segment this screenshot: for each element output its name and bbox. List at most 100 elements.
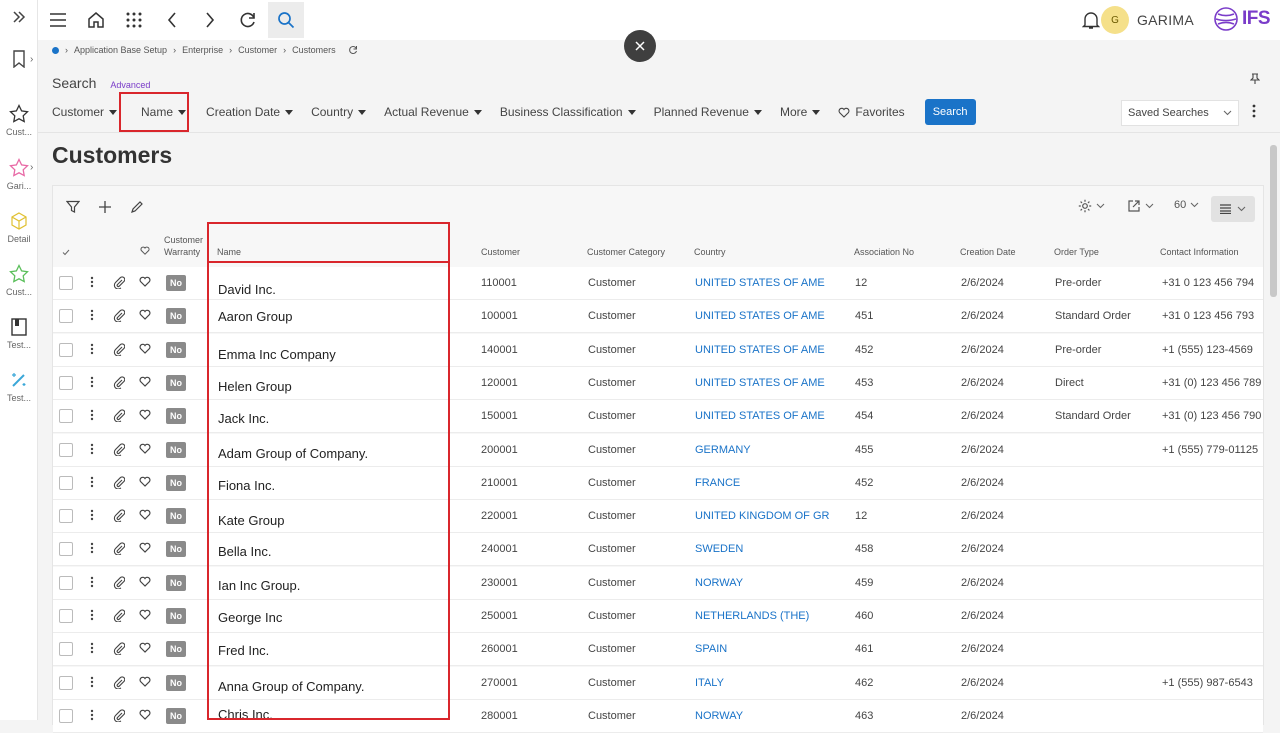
row-menu-button[interactable] — [90, 542, 94, 556]
country-link[interactable]: UNITED STATES OF AME — [695, 377, 825, 389]
pin-button[interactable] — [1249, 72, 1261, 90]
filter-business-classification[interactable]: Business Classification — [500, 105, 636, 119]
user-menu[interactable]: G GARIMA — [1100, 6, 1194, 34]
row-checkbox[interactable] — [59, 442, 73, 457]
row-menu-button[interactable] — [90, 576, 94, 590]
attachment-button[interactable] — [113, 476, 126, 492]
country-link[interactable]: NETHERLANDS (THE) — [695, 610, 809, 622]
favorite-button[interactable] — [139, 609, 151, 623]
column-header-warranty[interactable]: Customer Warranty — [164, 234, 204, 258]
favorite-button[interactable] — [139, 343, 151, 357]
attachment-button[interactable] — [113, 642, 126, 658]
country-link[interactable]: UNITED STATES OF AME — [695, 277, 825, 289]
filter-customer[interactable]: Customer — [52, 105, 118, 119]
rail-item-5[interactable]: Test... — [0, 370, 38, 403]
column-header-country[interactable]: Country — [694, 247, 726, 257]
filter-planned-revenue[interactable]: Planned Revenue — [654, 105, 762, 119]
row-checkbox[interactable] — [59, 609, 73, 623]
row-checkbox[interactable] — [59, 575, 73, 590]
breadcrumb-item[interactable]: Customers — [292, 45, 336, 55]
row-menu-button[interactable] — [90, 409, 94, 423]
forward-button[interactable] — [192, 2, 228, 38]
favorite-button[interactable] — [139, 709, 151, 723]
row-checkbox[interactable] — [59, 642, 73, 657]
attachment-button[interactable] — [113, 376, 126, 392]
favorite-button[interactable] — [139, 376, 151, 390]
home-button[interactable] — [78, 2, 114, 38]
row-checkbox[interactable] — [59, 708, 73, 723]
row-checkbox[interactable] — [59, 375, 73, 390]
country-link[interactable]: NORWAY — [695, 577, 743, 589]
breadcrumb-item[interactable]: Customer — [238, 45, 277, 55]
advanced-search-link[interactable]: Advanced — [110, 80, 150, 90]
expand-rail-button[interactable] — [0, 10, 38, 24]
attachment-button[interactable] — [113, 309, 126, 325]
row-menu-button[interactable] — [90, 476, 94, 490]
favorite-button[interactable] — [139, 443, 151, 457]
column-header-contact[interactable]: Contact Information — [1160, 247, 1239, 257]
country-link[interactable]: UNITED STATES OF AME — [695, 310, 825, 322]
row-checkbox[interactable] — [59, 342, 73, 357]
row-menu-button[interactable] — [90, 443, 94, 457]
row-menu-button[interactable] — [90, 343, 94, 357]
row-menu-button[interactable] — [90, 276, 94, 290]
favorite-button[interactable] — [139, 509, 151, 523]
attachment-button[interactable] — [113, 509, 126, 525]
row-checkbox[interactable] — [59, 309, 73, 324]
favorite-button[interactable] — [139, 309, 151, 323]
country-link[interactable]: UNITED KINGDOM OF GR — [695, 510, 829, 522]
filter-actual-revenue[interactable]: Actual Revenue — [384, 105, 482, 119]
search-button-top[interactable] — [268, 2, 304, 38]
attachment-button[interactable] — [113, 576, 126, 592]
breadcrumb-home-dot[interactable] — [52, 46, 59, 54]
close-search-button[interactable] — [624, 30, 656, 62]
saved-searches-select[interactable]: Saved Searches — [1121, 100, 1239, 126]
back-button[interactable] — [154, 2, 190, 38]
row-checkbox[interactable] — [59, 509, 73, 524]
favorite-button[interactable] — [139, 642, 151, 656]
filter-more[interactable]: More — [780, 105, 821, 119]
country-link[interactable]: GERMANY — [695, 444, 751, 456]
row-checkbox[interactable] — [59, 675, 73, 690]
breadcrumb-item[interactable]: Application Base Setup — [74, 45, 167, 55]
rail-item-4[interactable]: Test... — [0, 317, 38, 350]
attachment-button[interactable] — [113, 609, 126, 625]
attachment-button[interactable] — [113, 709, 126, 725]
row-menu-button[interactable] — [90, 676, 94, 690]
rail-item-3[interactable]: Cust... — [0, 264, 38, 297]
row-menu-button[interactable] — [90, 376, 94, 390]
column-header-customer[interactable]: Customer — [481, 247, 520, 257]
attachment-button[interactable] — [113, 409, 126, 425]
favorite-button[interactable] — [139, 542, 151, 556]
row-checkbox[interactable] — [59, 542, 73, 557]
filter-button[interactable] — [65, 200, 81, 219]
country-link[interactable]: UNITED STATES OF AME — [695, 410, 825, 422]
apps-button[interactable] — [116, 2, 152, 38]
attachment-button[interactable] — [113, 542, 126, 558]
notifications-button[interactable] — [1081, 10, 1101, 35]
favorite-button[interactable] — [139, 409, 151, 423]
select-all-checkmark[interactable] — [62, 248, 70, 258]
view-mode-toggle[interactable] — [1211, 196, 1255, 222]
column-header-category[interactable]: Customer Category — [587, 247, 665, 257]
country-link[interactable]: SWEDEN — [695, 543, 743, 555]
filter-creation-date[interactable]: Creation Date — [206, 105, 294, 119]
attachment-button[interactable] — [113, 442, 126, 459]
edit-button[interactable] — [130, 200, 144, 219]
refresh-icon[interactable] — [348, 45, 358, 55]
row-checkbox[interactable] — [59, 276, 73, 290]
favorite-button[interactable] — [139, 576, 151, 590]
refresh-button[interactable] — [230, 2, 266, 38]
attachment-button[interactable] — [113, 276, 126, 292]
rail-item-0[interactable]: Cust... — [0, 104, 38, 137]
country-link[interactable]: SPAIN — [695, 643, 727, 655]
settings-menu[interactable] — [1078, 199, 1105, 213]
menu-button[interactable] — [40, 2, 76, 38]
add-button[interactable] — [98, 200, 112, 219]
filter-country[interactable]: Country — [311, 105, 367, 119]
row-menu-button[interactable] — [90, 509, 94, 523]
favorites-filter[interactable]: Favorites — [838, 105, 905, 119]
export-menu[interactable] — [1127, 199, 1154, 213]
country-link[interactable]: FRANCE — [695, 477, 740, 489]
column-header-association[interactable]: Association No — [854, 247, 914, 257]
